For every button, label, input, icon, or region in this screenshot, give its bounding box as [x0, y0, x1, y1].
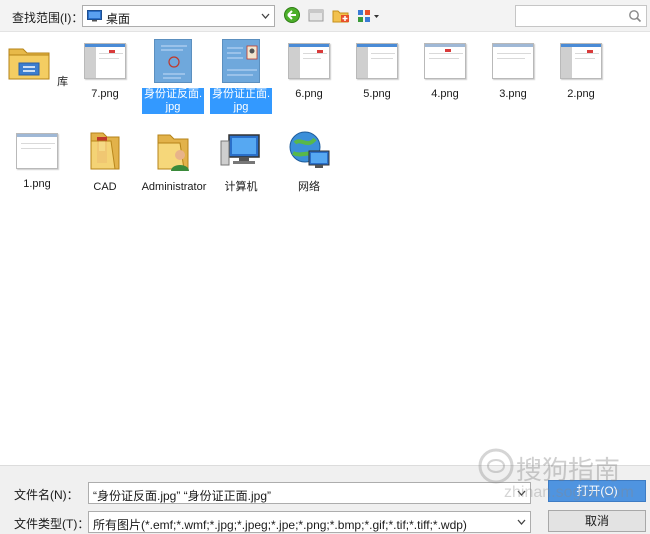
file-item[interactable]: 6.png — [276, 37, 342, 101]
file-item[interactable]: 5.png — [344, 37, 410, 101]
file-name: 身份证反面.jpg — [142, 88, 204, 114]
file-item[interactable]: 1.png — [4, 127, 70, 191]
file-item[interactable]: 4.png — [412, 37, 478, 101]
open-button[interactable]: 打开(O) — [548, 480, 646, 502]
png-thumbnail-icon — [285, 37, 333, 85]
view-menu-icon[interactable] — [356, 6, 382, 26]
filename-value: “身份证反面.jpg” “身份证正面.jpg” — [93, 489, 272, 503]
png-thumbnail-icon — [489, 37, 537, 85]
up-folder-icon[interactable] — [307, 6, 327, 26]
look-in-value: 桌面 — [106, 12, 131, 26]
file-name: 2.png — [567, 88, 595, 100]
dialog-footer: 文件名(N)： “身份证反面.jpg” “身份证正面.jpg” 打开(O) 文件… — [0, 465, 650, 534]
filename-input[interactable]: “身份证反面.jpg” “身份证正面.jpg” — [88, 482, 531, 504]
folder-icon — [90, 132, 120, 170]
png-thumbnail-icon — [353, 37, 401, 85]
file-item-user-folder[interactable]: Administrator — [140, 127, 208, 194]
file-name: 身份证正面.jpg — [210, 88, 272, 114]
chevron-down-icon[interactable] — [513, 512, 530, 532]
network-icon — [289, 131, 330, 168]
file-name: 7.png — [91, 88, 119, 100]
file-list: 库 7.png 身份证反面.jpg 身份证正面.jpg 6.png 5.png … — [0, 33, 650, 465]
file-name: 5.png — [363, 88, 391, 100]
filetype-label: 文件类型(T)： — [14, 517, 90, 531]
user-folder-icon — [157, 134, 189, 171]
chevron-down-icon[interactable] — [513, 483, 530, 503]
cancel-button[interactable]: 取消 — [548, 510, 646, 532]
png-thumbnail-icon — [81, 37, 129, 85]
file-item[interactable]: 3.png — [480, 37, 546, 101]
desktop-icon — [87, 10, 102, 22]
filetype-value: 所有图片(*.emf;*.wmf;*.jpg;*.jpeg;*.jpe;*.pn… — [93, 518, 467, 532]
file-name: 4.png — [431, 88, 459, 100]
file-name: 计算机 — [224, 181, 258, 193]
chevron-down-icon[interactable] — [257, 6, 274, 26]
back-icon[interactable] — [283, 6, 303, 26]
library-icon — [8, 48, 50, 80]
png-thumbnail-icon — [13, 127, 61, 175]
search-box[interactable] — [515, 5, 647, 27]
search-input[interactable] — [518, 8, 626, 24]
file-item[interactable]: 7.png — [72, 37, 138, 101]
computer-icon — [220, 134, 260, 166]
png-thumbnail-icon — [421, 37, 469, 85]
file-name: 库 — [57, 76, 69, 88]
look-in-dropdown[interactable]: 桌面 — [82, 5, 275, 27]
id-card-front-thumbnail-icon — [217, 37, 265, 85]
file-item-computer[interactable]: 计算机 — [208, 127, 274, 194]
file-name: 6.png — [295, 88, 323, 100]
id-card-back-thumbnail-icon — [149, 37, 197, 85]
file-name: 1.png — [23, 178, 51, 190]
filetype-select[interactable]: 所有图片(*.emf;*.wmf;*.jpg;*.jpeg;*.jpe;*.pn… — [88, 511, 531, 533]
filename-label: 文件名(N)： — [14, 488, 79, 502]
file-item-folder[interactable]: CAD — [72, 127, 138, 194]
file-item[interactable]: 2.png — [548, 37, 614, 101]
toolbar: 查找范围(I)： 桌面 — [0, 0, 650, 32]
file-item-network[interactable]: 网络 — [276, 127, 342, 194]
file-name: 网络 — [298, 181, 320, 193]
new-folder-icon[interactable] — [331, 6, 351, 26]
file-item-selected[interactable]: 身份证反面.jpg — [140, 37, 206, 114]
file-name: Administrator — [141, 181, 207, 193]
look-in-label: 查找范围(I)： — [12, 11, 84, 25]
png-thumbnail-icon — [557, 37, 605, 85]
file-item-library[interactable]: 库 — [4, 37, 70, 89]
file-name: 3.png — [499, 88, 527, 100]
file-item-selected[interactable]: 身份证正面.jpg — [208, 37, 274, 114]
file-name: CAD — [93, 181, 117, 193]
search-icon[interactable] — [628, 9, 642, 23]
